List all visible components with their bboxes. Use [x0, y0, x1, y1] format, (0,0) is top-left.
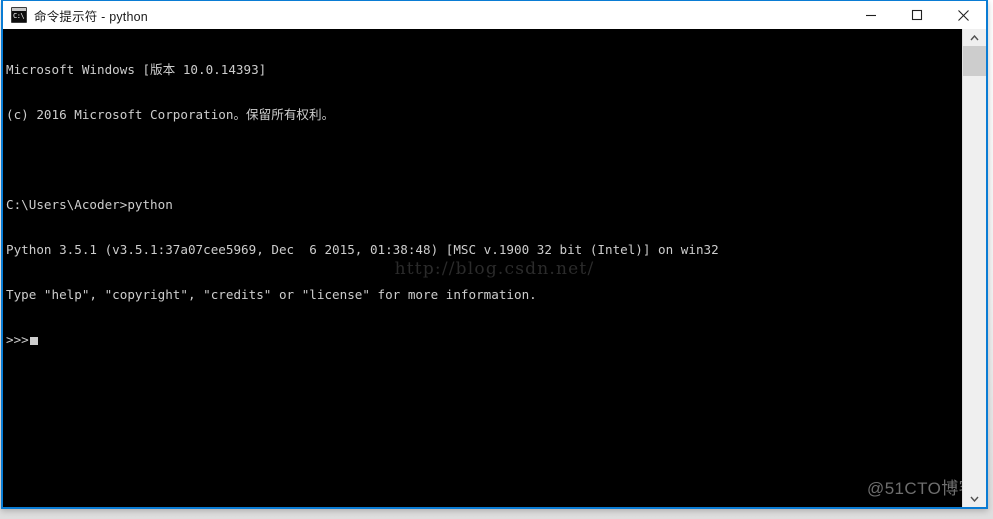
console-prompt-line: >>>	[6, 332, 960, 347]
console-client-area[interactable]: Microsoft Windows [版本 10.0.14393] (c) 20…	[3, 29, 986, 507]
close-button[interactable]	[940, 1, 986, 29]
vertical-scrollbar[interactable]	[962, 29, 986, 507]
console-line: Type "help", "copyright", "credits" or "…	[6, 287, 537, 302]
console-line: Microsoft Windows [版本 10.0.14393]	[6, 62, 267, 77]
cmd-icon-titlestrip	[12, 8, 26, 11]
cmd-icon-prompt-text: C:\	[13, 12, 25, 20]
desktop-background: C:\ 命令提示符 - python Microsoft Windows [版本…	[0, 0, 993, 519]
python-prompt: >>>	[6, 332, 29, 347]
window-title-text: 命令提示符 - python	[34, 9, 148, 24]
command-prompt-window: C:\ 命令提示符 - python Microsoft Windows [版本…	[1, 0, 988, 509]
scrollbar-up-button[interactable]	[963, 29, 986, 46]
console-output: Microsoft Windows [版本 10.0.14393] (c) 20…	[6, 32, 960, 377]
console-line: C:\Users\Acoder>python	[6, 197, 173, 212]
maximize-button[interactable]	[894, 1, 940, 29]
minimize-icon	[865, 9, 877, 21]
console-line: Python 3.5.1 (v3.5.1:37a07cee5969, Dec 6…	[6, 242, 719, 257]
chevron-up-icon	[970, 34, 979, 41]
cmd-console-icon: C:\	[11, 7, 27, 23]
site-watermark: @51CTO博客	[867, 479, 976, 498]
scrollbar-thumb[interactable]	[963, 46, 986, 76]
window-title-bar[interactable]: C:\ 命令提示符 - python	[3, 1, 986, 29]
minimize-button[interactable]	[848, 1, 894, 29]
maximize-icon	[911, 9, 923, 21]
close-icon	[957, 9, 970, 22]
window-controls	[848, 1, 986, 29]
scrollbar-down-button[interactable]	[963, 490, 986, 507]
text-cursor	[29, 337, 38, 345]
console-line: (c) 2016 Microsoft Corporation。保留所有权利。	[6, 107, 335, 122]
chevron-down-icon	[970, 496, 979, 502]
